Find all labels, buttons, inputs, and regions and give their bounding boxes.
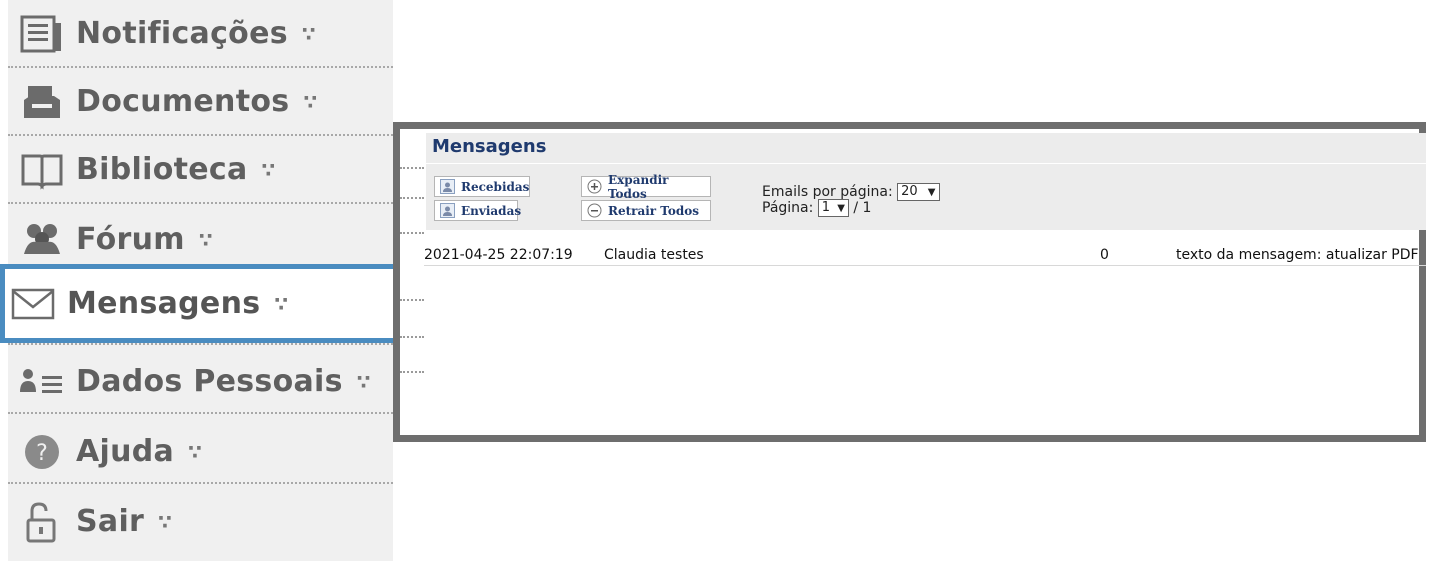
emails-per-page-select[interactable]: 20 ▼ xyxy=(897,183,940,201)
page-value: 1 xyxy=(821,200,831,215)
sidebar-item-label: Ajuda xyxy=(76,434,175,469)
page-title: Mensagens xyxy=(432,136,547,157)
sidebar-item-documentos[interactable]: Documentos ∵ xyxy=(8,68,393,135)
sidebar-item-label: Dados Pessoais xyxy=(76,364,343,399)
chevron-dots-icon: ∵ xyxy=(261,157,276,182)
page-control: Página: 1 ▼ / 1 xyxy=(762,199,871,217)
messages-toolbar: Recebidas Enviadas Expandir Todos Retrai… xyxy=(426,164,1426,230)
chevron-down-icon: ▼ xyxy=(927,187,936,198)
sidebar-item-ajuda[interactable]: ? Ajuda ∵ xyxy=(8,418,393,485)
panel-header: Mensagens xyxy=(426,133,1426,164)
emails-per-page-label: Emails por página: xyxy=(762,184,893,200)
sent-label: Enviadas xyxy=(461,203,522,218)
expand-all-button[interactable]: Expandir Todos xyxy=(581,173,711,201)
divider xyxy=(8,412,393,414)
sidebar-item-label: Biblioteca xyxy=(76,152,248,187)
emails-per-page-value: 20 xyxy=(901,184,918,199)
sidebar-item-biblioteca[interactable]: Biblioteca ∵ xyxy=(8,136,393,203)
sidebar-item-label: Sair xyxy=(76,504,145,539)
chevron-dots-icon: ∵ xyxy=(158,509,173,534)
person-list-icon xyxy=(18,362,66,402)
page-total: / 1 xyxy=(853,200,872,216)
sidebar-item-label: Fórum xyxy=(76,222,185,257)
page-label: Página: xyxy=(762,200,814,216)
sidebar-item-notificacoes[interactable]: Notificações ∵ xyxy=(8,0,393,67)
plus-circle-icon xyxy=(587,179,602,194)
sidebar-item-label: Notificações xyxy=(76,16,288,51)
expand-all-label: Expandir Todos xyxy=(608,172,669,201)
received-label: Recebidas xyxy=(461,179,530,194)
sidebar-item-mensagens-active[interactable]: Mensagens ∵ xyxy=(0,264,418,343)
help-icon: ? xyxy=(18,432,66,472)
divider xyxy=(400,336,424,338)
divider xyxy=(400,197,424,199)
collapse-all-button[interactable]: Retrair Todos xyxy=(581,200,711,221)
collapse-all-label: Retrair Todos xyxy=(608,203,700,218)
chevron-dots-icon: ∵ xyxy=(198,227,213,252)
divider xyxy=(8,343,393,345)
page-select[interactable]: 1 ▼ xyxy=(817,199,849,217)
chevron-dots-icon: ∵ xyxy=(356,369,371,394)
message-sender: Claudia testes xyxy=(604,247,704,263)
sidebar-nav: Notificações ∵ Documentos ∵ Biblioteca ∵ xyxy=(0,0,418,561)
chevron-dots-icon: ∵ xyxy=(301,21,316,46)
divider xyxy=(8,202,393,204)
chevron-dots-icon: ∵ xyxy=(303,89,318,114)
sent-button[interactable]: Enviadas xyxy=(434,200,522,221)
sidebar-item-forum[interactable]: Fórum ∵ xyxy=(8,206,393,273)
unlock-icon xyxy=(18,501,66,542)
message-date: 2021-04-25 22:07:19 xyxy=(424,247,573,263)
divider xyxy=(400,167,424,169)
people-icon xyxy=(18,220,66,260)
outbox-person-icon xyxy=(440,203,455,218)
minus-circle-icon xyxy=(587,203,602,218)
svg-text:?: ? xyxy=(36,441,48,466)
book-icon xyxy=(18,150,66,190)
divider xyxy=(400,299,424,301)
tray-icon xyxy=(18,82,66,122)
message-count: 0 xyxy=(1100,247,1109,263)
sidebar-item-dados-pessoais[interactable]: Dados Pessoais ∵ xyxy=(8,348,393,415)
sidebar-item-label: Mensagens xyxy=(67,286,261,321)
table-row[interactable]: 2021-04-25 22:07:19 Claudia testes 0 tex… xyxy=(424,247,1426,266)
chevron-dots-icon: ∵ xyxy=(274,291,289,316)
chevron-down-icon: ▼ xyxy=(837,203,845,214)
inbox-person-icon xyxy=(440,179,455,194)
sidebar-item-label: Documentos xyxy=(76,84,290,119)
divider xyxy=(8,482,393,484)
divider xyxy=(400,371,424,373)
received-button[interactable]: Recebidas xyxy=(434,176,530,197)
chevron-dots-icon: ∵ xyxy=(188,439,202,464)
message-subject[interactable]: texto da mensagem: atualizar PDF xyxy=(1176,247,1419,263)
newspaper-icon xyxy=(18,14,66,54)
envelope-icon xyxy=(9,284,57,324)
divider xyxy=(400,232,424,234)
messages-panel: Mensagens Recebidas Enviadas Expandir To… xyxy=(393,122,1426,442)
sidebar-item-sair[interactable]: Sair ∵ xyxy=(8,488,393,555)
